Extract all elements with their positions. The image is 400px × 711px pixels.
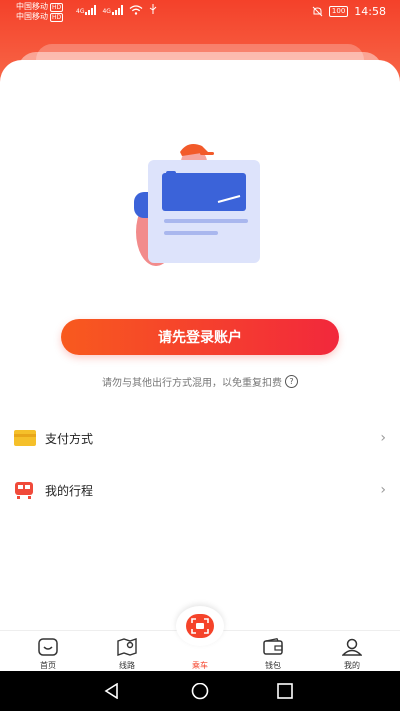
status-time: 14:58 [354,5,386,18]
help-icon[interactable]: ? [285,375,298,388]
map-icon [117,638,137,656]
chevron-right-icon: › [380,482,386,498]
wifi-icon [129,5,143,15]
back-icon[interactable] [104,683,120,699]
wallet-icon [263,638,283,655]
tab-routes[interactable]: 线路 [87,631,167,672]
card-icon [14,430,36,446]
tab-label-routes: 线路 [119,661,135,670]
hint-text: 请勿与其他出行方式混用，以免重复扣费 [102,378,282,389]
login-button[interactable]: 请先登录账户 [61,319,339,355]
hd-badge: HD [50,13,64,22]
tab-label-home: 首页 [40,661,56,670]
tab-mine[interactable]: 我的 [312,631,392,672]
tab-label-mine: 我的 [344,661,360,670]
menu-label-trips: 我的行程 [45,483,94,498]
tab-label-wallet: 钱包 [265,661,281,670]
scan-ride-button[interactable] [176,606,224,646]
carrier-1: 中国移动 [16,2,48,11]
carrier-info: 中国移动 HD 中国移动 HD [16,2,64,22]
signal-1-icon [85,5,97,15]
usb-icon [149,4,157,14]
menu-item-trips[interactable]: 我的行程 › [0,468,400,512]
home-icon [38,638,58,656]
menu-label-payment: 支付方式 [45,431,94,446]
menu-item-payment[interactable]: 支付方式 › [0,416,400,460]
scan-ride-icon [186,614,214,638]
mute-icon [312,6,323,17]
network-type-1: 4G [76,8,85,15]
tab-label-ride: 乘车 [192,661,208,670]
status-right: 100 14:58 [312,5,386,18]
recents-icon[interactable] [277,683,293,699]
signal-2-icon [111,5,123,15]
tab-wallet[interactable]: 钱包 [233,631,313,672]
user-icon [342,638,362,656]
system-nav-bar [0,671,400,711]
signal-indicators: 4G 4G [76,4,157,15]
status-bar: 中国移动 HD 中国移动 HD 4G 4G 100 14:58 [0,0,400,26]
train-icon [15,482,33,499]
battery-indicator: 100 [328,6,349,17]
home-nav-icon[interactable] [191,683,209,701]
network-type-2: 4G [102,8,111,15]
tab-home[interactable]: 首页 [8,631,88,672]
carrier-2: 中国移动 [16,12,48,21]
chevron-right-icon: › [380,430,386,446]
login-illustration [134,144,260,266]
hd-badge: HD [50,3,64,12]
usage-hint: 请勿与其他出行方式混用，以免重复扣费 ? [0,374,400,389]
